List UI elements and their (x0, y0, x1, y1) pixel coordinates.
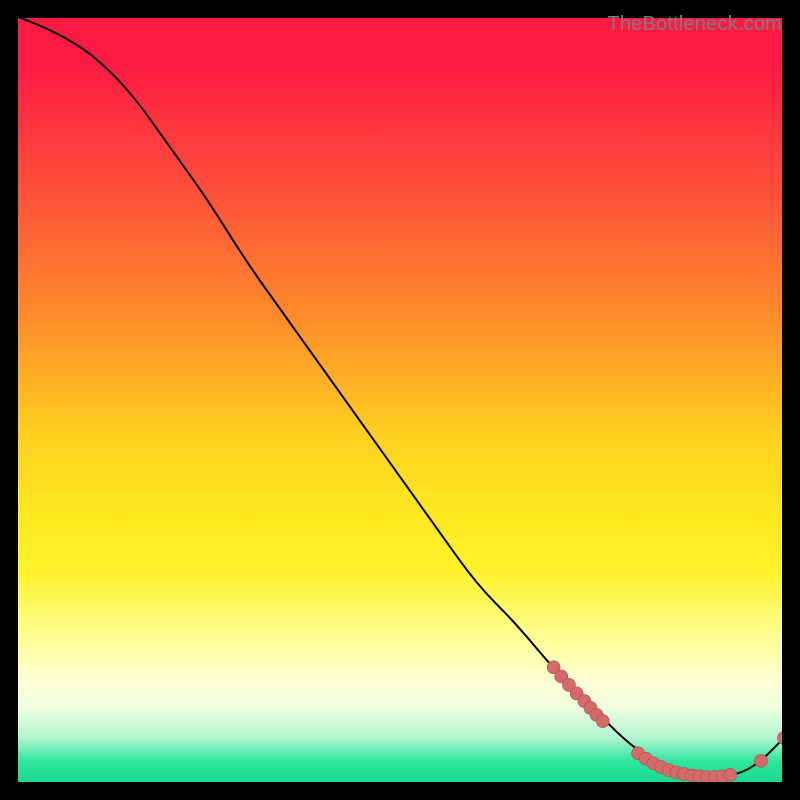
data-point (754, 754, 767, 767)
plot-area: TheBottleneck.com (16, 16, 784, 784)
attribution-label: TheBottleneck.com (607, 13, 782, 36)
chart-stage: TheBottleneck.com (0, 0, 800, 800)
bottleneck-curve (16, 16, 784, 777)
curve-layer (16, 16, 784, 777)
data-point (596, 715, 609, 728)
points-layer (547, 661, 784, 784)
chart-svg (16, 16, 784, 784)
data-point (724, 768, 737, 781)
